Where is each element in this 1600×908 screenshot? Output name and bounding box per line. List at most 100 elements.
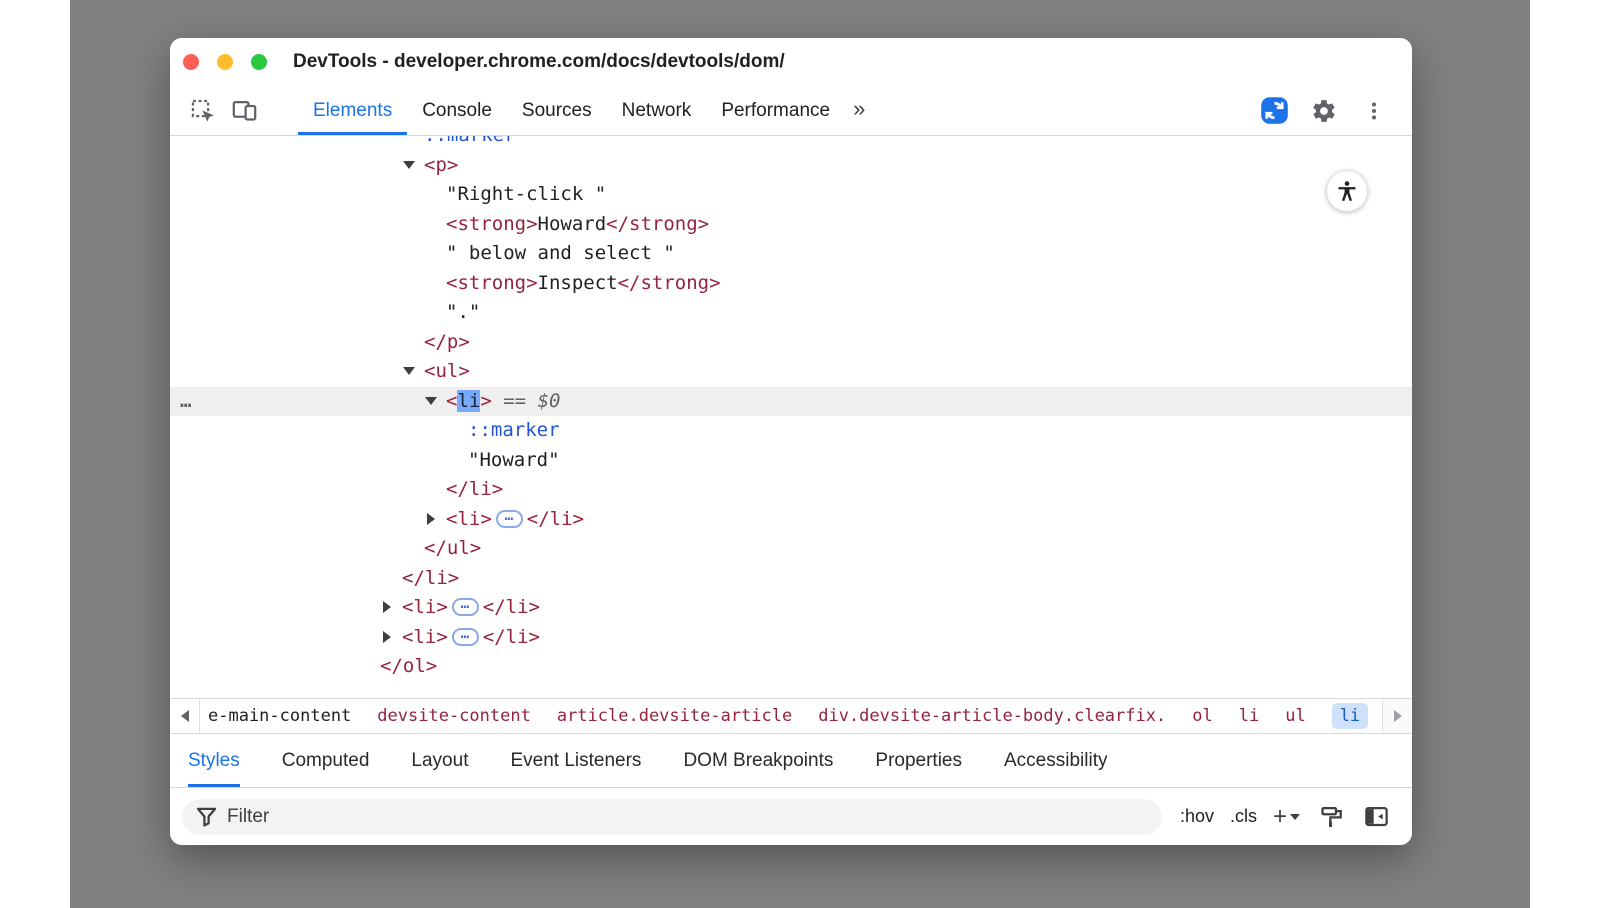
dom-tree-line[interactable]: </li> bbox=[170, 475, 1412, 505]
tab-sources[interactable]: Sources bbox=[507, 86, 607, 135]
disclosure-expanded-icon[interactable] bbox=[403, 161, 415, 169]
sidebar-tab-layout[interactable]: Layout bbox=[411, 734, 468, 787]
code-text: "Right-click " bbox=[446, 183, 606, 205]
dom-tree-line[interactable]: </ol> bbox=[170, 652, 1412, 682]
code-pseudo: ::marker bbox=[468, 419, 560, 441]
devtools-window: DevTools - developer.chrome.com/docs/dev… bbox=[170, 38, 1412, 845]
dom-tree-line[interactable]: " below and select " bbox=[170, 239, 1412, 269]
tab-elements[interactable]: Elements bbox=[298, 86, 407, 135]
code-tag: </li> bbox=[483, 596, 540, 618]
breadcrumb-scroll-left-icon[interactable] bbox=[170, 699, 200, 733]
dom-tree-line[interactable]: </p> bbox=[170, 328, 1412, 358]
breadcrumb-item-li[interactable]: li bbox=[1239, 706, 1259, 726]
toggle-classes-button[interactable]: .cls bbox=[1230, 806, 1257, 827]
panel-tabs: ElementsConsoleSourcesNetworkPerformance bbox=[298, 86, 845, 135]
dom-tree-line[interactable]: "." bbox=[170, 298, 1412, 328]
disclosure-collapsed-icon[interactable] bbox=[427, 513, 435, 525]
window-titlebar: DevTools - developer.chrome.com/docs/dev… bbox=[170, 38, 1412, 86]
settings-gear-icon[interactable] bbox=[1308, 93, 1340, 129]
paint-roller-icon[interactable] bbox=[1318, 803, 1345, 830]
breadcrumb-item-ol[interactable]: ol bbox=[1192, 706, 1212, 726]
breadcrumb-item-div-devsite-article-body-clearfix-[interactable]: div.devsite-article-body.clearfix. bbox=[818, 706, 1166, 726]
disclosure-collapsed-icon[interactable] bbox=[383, 601, 391, 613]
breadcrumb-scroll-right-icon[interactable] bbox=[1382, 699, 1412, 733]
device-toolbar-icon[interactable] bbox=[228, 93, 260, 129]
breadcrumb-item-devsite-content[interactable]: devsite-content bbox=[377, 706, 531, 726]
dom-tree-line[interactable]: <li>⋯</li> bbox=[170, 623, 1412, 653]
disclosure-expanded-icon[interactable] bbox=[403, 367, 415, 375]
disclosure-expanded-icon[interactable] bbox=[425, 397, 437, 405]
overflow-dots-icon: … bbox=[180, 387, 192, 417]
styles-filter-input[interactable] bbox=[227, 806, 1148, 828]
code-tag: <li> bbox=[402, 596, 448, 618]
code-text: Howard bbox=[538, 213, 607, 235]
dom-tree-line[interactable]: "Howard" bbox=[170, 446, 1412, 476]
code-text: Inspect bbox=[538, 272, 618, 294]
chevron-down-icon bbox=[1290, 814, 1300, 820]
close-window-button[interactable] bbox=[183, 54, 199, 70]
dom-tree-line[interactable]: <li>⋯</li> bbox=[170, 505, 1412, 535]
code-tag: <li> bbox=[446, 508, 492, 530]
dom-tree-line[interactable]: </li> bbox=[170, 564, 1412, 594]
new-style-rule-button[interactable]: + bbox=[1273, 803, 1300, 831]
sidebar-tab-accessibility[interactable]: Accessibility bbox=[1004, 734, 1107, 787]
code-text: " below and select " bbox=[446, 242, 675, 264]
zoom-window-button[interactable] bbox=[251, 54, 267, 70]
dom-tree-line[interactable]: <ul> bbox=[170, 357, 1412, 387]
code-tag: <p> bbox=[424, 154, 458, 176]
dom-tree-line[interactable]: "Right-click " bbox=[170, 180, 1412, 210]
dom-tree-line[interactable]: </ul> bbox=[170, 534, 1412, 564]
tab-performance[interactable]: Performance bbox=[706, 86, 845, 135]
tab-network[interactable]: Network bbox=[607, 86, 707, 135]
minimize-window-button[interactable] bbox=[217, 54, 233, 70]
code-tag: </li> bbox=[446, 478, 503, 500]
code-tag: </li> bbox=[527, 508, 584, 530]
sidebar-tab-event-listeners[interactable]: Event Listeners bbox=[510, 734, 641, 787]
code-text: "Howard" bbox=[468, 449, 560, 471]
sidebar-tab-properties[interactable]: Properties bbox=[875, 734, 962, 787]
more-tabs-button[interactable]: » bbox=[853, 98, 865, 124]
code-eq: == bbox=[492, 390, 538, 412]
devtools-toolbar: ElementsConsoleSourcesNetworkPerformance… bbox=[170, 86, 1412, 136]
sync-icon[interactable] bbox=[1258, 93, 1290, 129]
accessibility-icon[interactable] bbox=[1326, 170, 1368, 212]
breadcrumb: e-main-content devsite-content article.dev… bbox=[170, 698, 1412, 734]
code-tag: </strong> bbox=[618, 272, 721, 294]
dom-tree-lines: ::marker<p>"Right-click "<strong>Howard<… bbox=[170, 136, 1412, 682]
disclosure-collapsed-icon[interactable] bbox=[383, 631, 391, 643]
dom-tree-line[interactable]: <strong>Howard</strong> bbox=[170, 210, 1412, 240]
code-tag: </ul> bbox=[424, 537, 481, 559]
code-ellipsis: ⋯ bbox=[496, 510, 523, 528]
filter-funnel-icon bbox=[196, 806, 217, 827]
code-tag: </strong> bbox=[606, 213, 709, 235]
elements-dom-tree: ::marker<p>"Right-click "<strong>Howard<… bbox=[170, 136, 1412, 698]
more-menu-icon[interactable] bbox=[1358, 93, 1390, 129]
code-dollar: $0 bbox=[538, 390, 561, 412]
dom-tree-line[interactable]: <strong>Inspect</strong> bbox=[170, 269, 1412, 299]
sidebar-tab-dom-breakpoints[interactable]: DOM Breakpoints bbox=[683, 734, 833, 787]
sidebar-tab-computed[interactable]: Computed bbox=[282, 734, 370, 787]
breadcrumb-item-article-devsite-article[interactable]: article.devsite-article bbox=[557, 706, 792, 726]
breadcrumb-item-ul[interactable]: ul bbox=[1285, 706, 1305, 726]
code-tag: < bbox=[446, 390, 457, 412]
breadcrumb-item-e-main-content[interactable]: e-main-content bbox=[208, 706, 351, 726]
styles-filter-field[interactable] bbox=[182, 799, 1162, 835]
window-title: DevTools - developer.chrome.com/docs/dev… bbox=[293, 51, 785, 73]
sidebar-tab-styles[interactable]: Styles bbox=[188, 734, 240, 787]
right-white-margin bbox=[1530, 0, 1600, 908]
code-tag: <ul> bbox=[424, 360, 470, 382]
styles-filter-bar: :hov .cls + bbox=[170, 788, 1412, 845]
dom-tree-line[interactable]: <li>⋯</li> bbox=[170, 593, 1412, 623]
dom-tree-line[interactable]: …<li> == $0 bbox=[170, 387, 1412, 417]
dom-tree-line[interactable]: ::marker bbox=[170, 416, 1412, 446]
inspect-element-icon[interactable] bbox=[186, 93, 218, 129]
code-pseudo: ::marker bbox=[424, 136, 516, 146]
dom-tree-line[interactable]: ::marker bbox=[170, 136, 1412, 151]
breadcrumb-item-li[interactable]: li bbox=[1332, 703, 1368, 729]
code-tag: <li> bbox=[402, 626, 448, 648]
toggle-element-state-button[interactable]: :hov bbox=[1180, 806, 1214, 827]
toggle-sidebar-icon[interactable] bbox=[1363, 803, 1390, 830]
code-tag: > bbox=[480, 390, 491, 412]
dom-tree-line[interactable]: <p> bbox=[170, 151, 1412, 181]
tab-console[interactable]: Console bbox=[407, 86, 507, 135]
